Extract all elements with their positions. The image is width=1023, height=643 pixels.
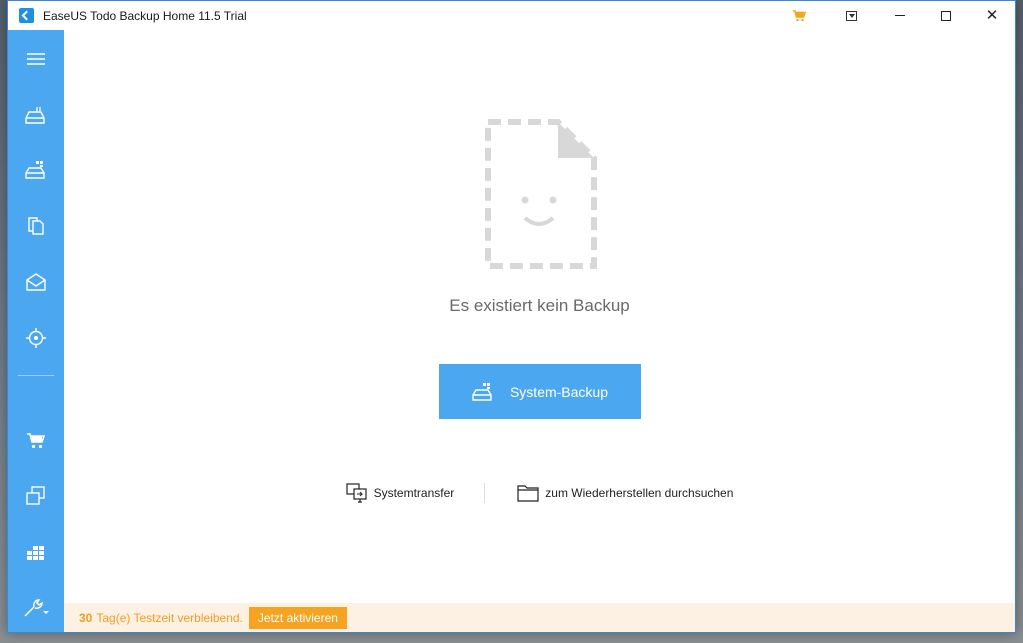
sidebar-item-system-backup[interactable] xyxy=(8,150,64,190)
activate-button[interactable]: Jetzt aktivieren xyxy=(248,606,347,629)
file-backup-icon xyxy=(28,217,44,235)
maximize-button[interactable] xyxy=(923,1,969,30)
sidebar-item-disk-backup[interactable] xyxy=(8,95,64,135)
sidebar-item-mail-backup[interactable] xyxy=(8,262,64,302)
system-transfer-link[interactable]: Systemtransfer xyxy=(342,483,459,503)
sidebar-item-file-backup[interactable] xyxy=(8,206,64,246)
trial-footer: 30 Tag(e) Testzeit verbleibend. Jetzt ak… xyxy=(64,603,1015,632)
menu-icon xyxy=(27,53,45,65)
close-icon: ✕ xyxy=(985,7,999,24)
sidebar-item-tools[interactable] xyxy=(8,588,64,628)
app-logo-icon xyxy=(19,8,34,23)
system-backup-icon xyxy=(25,161,45,179)
dropdown-icon xyxy=(845,10,857,21)
sidebar-item-smart-backup[interactable] xyxy=(8,318,64,358)
system-backup-icon xyxy=(472,382,492,401)
system-transfer-label: Systemtransfer xyxy=(373,486,455,500)
system-backup-label: System-Backup xyxy=(509,383,609,400)
minimize-icon xyxy=(895,15,905,16)
secondary-actions: Systemtransfer zum Wiederherstellen durc… xyxy=(64,482,1015,504)
sidebar-item-windows-tools[interactable] xyxy=(8,532,64,572)
disk-backup-icon xyxy=(25,107,45,124)
title-bar: EaseUS Todo Backup Home 11.5 Trial ✕ xyxy=(8,1,1015,30)
empty-state-message: Es existiert kein Backup xyxy=(449,296,630,315)
trial-remaining-text: Tag(e) Testzeit verbleibend. xyxy=(96,610,243,625)
title-cart-button[interactable] xyxy=(773,1,825,30)
trial-days-count: 30 xyxy=(79,610,93,625)
cart-icon xyxy=(27,433,46,449)
cart-icon xyxy=(793,9,806,21)
sidebar xyxy=(8,30,64,632)
tools-icon xyxy=(24,599,49,617)
minimize-button[interactable] xyxy=(877,1,923,30)
link-divider xyxy=(484,483,486,503)
app-window: EaseUS Todo Backup Home 11.5 Trial ✕ Es … xyxy=(7,0,1016,633)
system-transfer-icon xyxy=(345,483,367,503)
sidebar-item-shop[interactable] xyxy=(8,421,64,461)
window-title: EaseUS Todo Backup Home 11.5 Trial xyxy=(43,8,247,23)
clone-icon xyxy=(26,486,45,505)
mail-backup-icon xyxy=(26,273,46,291)
browse-restore-label: zum Wiederherstellen durchsuchen xyxy=(545,486,734,500)
main-panel: Es existiert kein Backup System-Backup S… xyxy=(64,30,1015,632)
system-backup-button[interactable]: System-Backup xyxy=(439,364,641,419)
sidebar-item-clone[interactable] xyxy=(8,476,64,516)
sidebar-divider xyxy=(18,375,54,376)
browse-restore-link[interactable]: zum Wiederherstellen durchsuchen xyxy=(513,484,737,502)
sidebar-menu-button[interactable] xyxy=(8,39,64,79)
close-button[interactable]: ✕ xyxy=(969,1,1015,30)
folder-icon xyxy=(517,485,539,502)
smart-backup-icon xyxy=(26,328,46,348)
window-controls: ✕ xyxy=(773,1,1015,30)
empty-document-icon xyxy=(485,119,597,269)
title-dropdown-button[interactable] xyxy=(825,1,877,30)
maximize-icon xyxy=(941,10,951,21)
windows-tools-icon xyxy=(27,546,44,560)
